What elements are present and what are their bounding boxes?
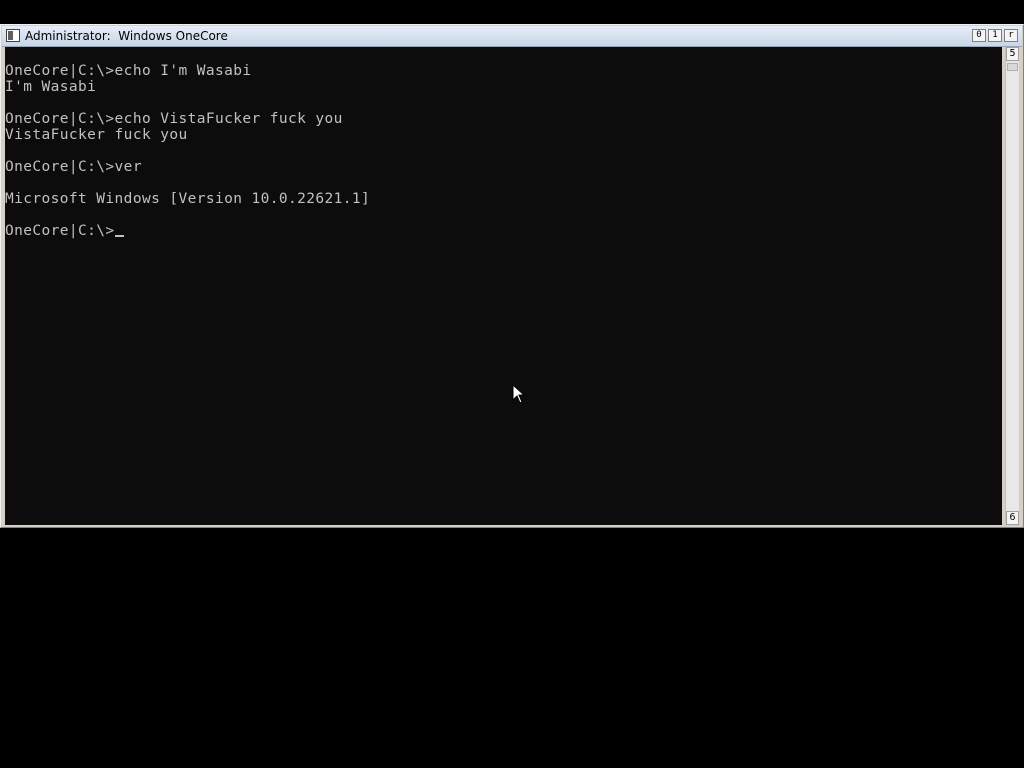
console-line-command: OneCore|C:\>ver [5, 159, 142, 175]
scroll-down-button[interactable]: 6 [1006, 511, 1019, 525]
text-cursor [114, 235, 124, 237]
console-line-command: OneCore|C:\>echo I'm Wasabi [5, 63, 252, 79]
console-line-output: Microsoft Windows [Version 10.0.22621.1] [5, 191, 371, 207]
maximize-button[interactable]: 1 [988, 29, 1002, 42]
console-line-command: OneCore|C:\>echo VistaFucker fuck you [5, 111, 343, 127]
console-lines: OneCore|C:\>echo I'm Wasabi I'm Wasabi O… [5, 47, 370, 239]
scroll-thumb[interactable] [1007, 63, 1018, 71]
scroll-up-button[interactable]: 5 [1006, 47, 1019, 61]
console-line-blank [5, 207, 370, 223]
title-bar[interactable]: Administrator: Windows OneCore 0 1 r [2, 26, 1022, 47]
console-line-output: VistaFucker fuck you [5, 127, 188, 143]
console-prompt-line[interactable]: OneCore|C:\> [5, 223, 370, 239]
console-line-blank [5, 95, 370, 111]
console-prompt: OneCore|C:\> [5, 223, 115, 239]
console-line-output: I'm Wasabi [5, 79, 97, 95]
console-line-blank [5, 47, 370, 63]
caption-buttons: 0 1 r [972, 29, 1018, 42]
console-app-icon[interactable] [6, 29, 20, 42]
console-line-blank [5, 175, 370, 191]
vertical-scrollbar[interactable]: 5 6 [1005, 47, 1019, 525]
close-button[interactable]: r [1004, 29, 1018, 42]
console-window[interactable]: Administrator: Windows OneCore 0 1 r One… [0, 24, 1024, 528]
minimize-button[interactable]: 0 [972, 29, 986, 42]
window-title: Administrator: Windows OneCore [25, 29, 228, 43]
mouse-pointer-icon [512, 384, 526, 404]
console-output-area[interactable]: OneCore|C:\>echo I'm Wasabi I'm Wasabi O… [5, 47, 1002, 525]
console-line-blank [5, 143, 370, 159]
